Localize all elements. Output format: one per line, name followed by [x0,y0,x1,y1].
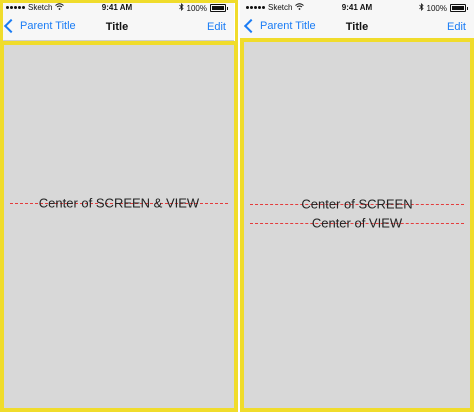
content-view: Center of SCREEN & VIEW [0,41,238,412]
nav-title: Title [345,21,369,33]
status-bar: Sketch 9:41 AM 100% [0,0,234,16]
edit-button[interactable]: Edit [447,21,466,33]
center-screen-and-view-label: Center of SCREEN & VIEW [38,195,200,211]
status-battery-group: 100% [178,3,228,13]
phone-screen-left: Sketch 9:41 AM 100% Parent Title Title E… [0,0,238,412]
battery-tip [227,6,228,10]
edit-button[interactable]: Edit [207,21,226,33]
navigation-bar: Parent Title Title Edit [0,16,234,41]
content-view: Center of SCREEN Center of VIEW [240,38,474,412]
phone-screen-right: Sketch 9:41 AM 100% Parent Title Title E… [240,0,474,412]
status-battery-group: 100% [418,3,468,13]
bluetooth-icon [178,3,184,13]
battery-percent: 100% [186,3,207,13]
battery-tip [467,6,468,10]
battery-icon [210,4,226,12]
status-bar: Sketch 9:41 AM 100% [240,0,474,16]
nav-title: Title [105,21,129,33]
center-view-label: Center of VIEW [311,215,403,231]
battery-icon [450,4,466,12]
center-screen-label: Center of SCREEN [301,196,413,212]
bluetooth-icon [418,3,424,13]
battery-percent: 100% [426,3,447,13]
